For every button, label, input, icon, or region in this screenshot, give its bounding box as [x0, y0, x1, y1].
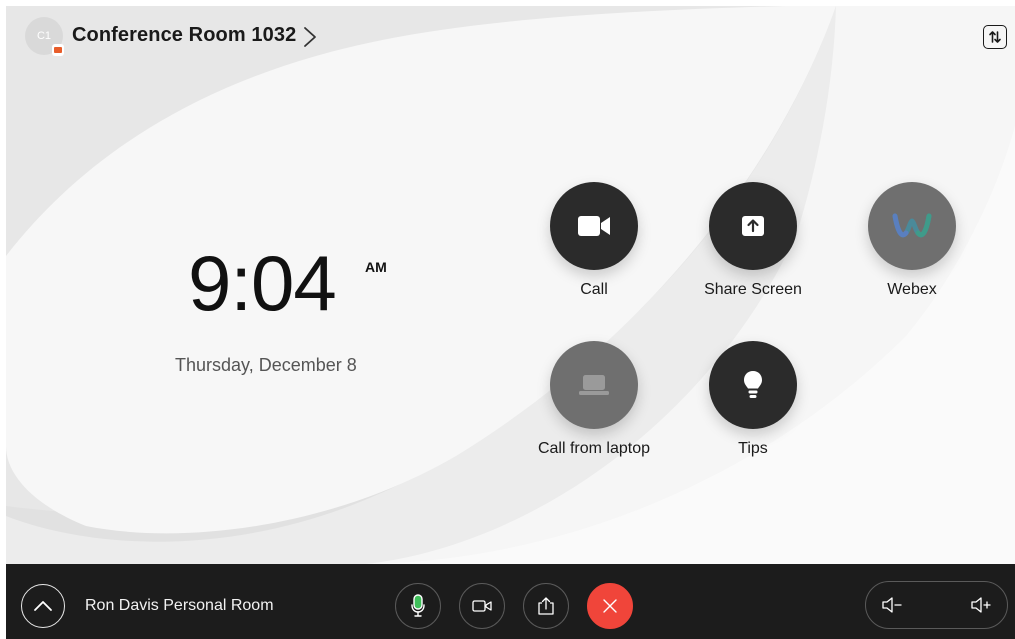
home-screen: C1 Conference Room 1032 9:04 AM Thursday…: [6, 6, 1015, 564]
clock-time: 9:04: [188, 239, 337, 327]
video-camera-icon: [472, 600, 492, 612]
room-title[interactable]: Conference Room 1032: [72, 24, 296, 47]
share-screen-icon: [742, 216, 764, 236]
chevron-right-icon[interactable]: [302, 26, 318, 48]
volume-down-button[interactable]: [880, 593, 904, 617]
volume-up-icon: [971, 597, 991, 613]
video-camera-icon: [578, 216, 610, 236]
clock-date: Thursday, December 8: [175, 355, 357, 375]
camera-button[interactable]: [459, 583, 505, 629]
webex-logo-icon: [892, 213, 932, 238]
call-from-laptop-label: Call from laptop: [537, 440, 651, 457]
chevron-up-icon: [34, 601, 52, 611]
tips-action[interactable]: Tips: [673, 341, 833, 458]
call-label: Call: [580, 281, 608, 298]
expand-button[interactable]: [21, 584, 65, 628]
lightbulb-icon: [744, 371, 762, 398]
tips-label: Tips: [738, 440, 768, 457]
share-button[interactable]: [523, 583, 569, 629]
call-button[interactable]: [550, 182, 638, 270]
sort-settings-button[interactable]: [983, 25, 1007, 49]
personal-room-name[interactable]: Ron Davis Personal Room: [85, 597, 274, 615]
webex-action[interactable]: Webex: [832, 182, 992, 299]
volume-up-button[interactable]: [969, 593, 993, 617]
share-screen-label: Share Screen: [704, 281, 802, 298]
microphone-button[interactable]: [395, 583, 441, 629]
share-screen-action[interactable]: Share Screen: [673, 182, 833, 299]
laptop-icon: [579, 375, 609, 395]
avatar-initials: C1: [36, 30, 52, 42]
share-upload-icon: [538, 597, 554, 615]
volume-down-icon: [882, 597, 902, 613]
webex-label: Webex: [887, 281, 937, 298]
webex-button[interactable]: [868, 182, 956, 270]
share-screen-button[interactable]: [709, 182, 797, 270]
bottom-control-bar: Ron Davis Personal Room: [6, 564, 1015, 639]
microphone-icon: [411, 594, 425, 617]
call-action[interactable]: Call: [514, 182, 674, 299]
sort-icon: [989, 31, 1001, 43]
top-bar: C1 Conference Room 1032: [6, 6, 1015, 66]
call-from-laptop-button[interactable]: [550, 341, 638, 429]
close-icon: [603, 599, 617, 613]
camera-badge-icon: [52, 44, 64, 56]
volume-control: [865, 581, 1008, 629]
call-from-laptop-action[interactable]: Call from laptop: [514, 341, 674, 458]
end-call-button[interactable]: [587, 583, 633, 629]
clock-meridiem: AM: [365, 259, 387, 275]
tips-button[interactable]: [709, 341, 797, 429]
